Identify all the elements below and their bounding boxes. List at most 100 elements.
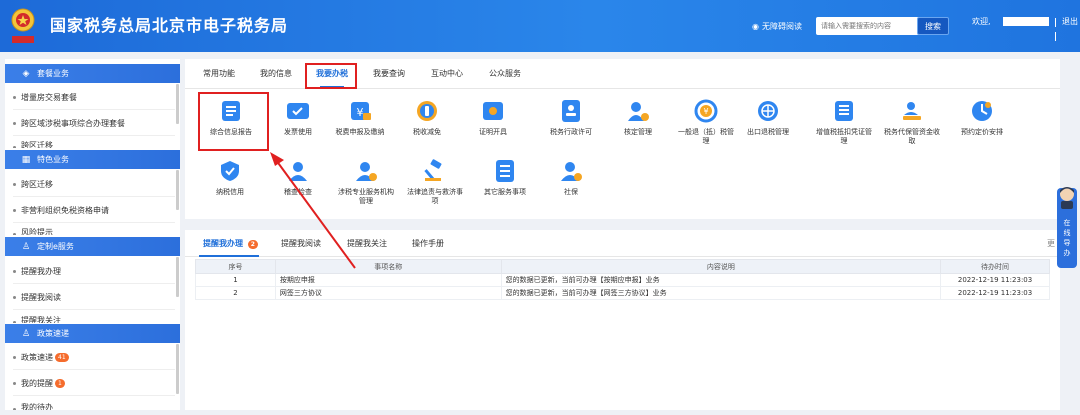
- user-icon: ♙: [21, 241, 31, 252]
- function-label: 其它服务事项: [484, 188, 526, 196]
- header-divider: [1055, 32, 1056, 41]
- guide-label: 线: [1063, 229, 1071, 237]
- credit-icon: [217, 158, 243, 184]
- divider: [13, 109, 175, 110]
- scrollbar[interactable]: [176, 257, 179, 297]
- function-invoice[interactable]: 发票使用: [268, 98, 328, 137]
- table-cell[interactable]: 网签三方协议: [274, 286, 502, 300]
- table-header-row: 序号 事项名称 内容说明 待办时间: [195, 259, 1050, 274]
- function-label: 出口退税管理: [747, 128, 789, 136]
- scrollbar[interactable]: [176, 344, 179, 394]
- more-link[interactable]: 更: [1047, 238, 1055, 249]
- refund-icon: ¥: [693, 98, 719, 124]
- tab-query[interactable]: 我要查询: [373, 68, 405, 79]
- sidebar-item[interactable]: 提醒我阅读: [5, 290, 175, 304]
- sidebar-section-custom-service[interactable]: ♙ 定制e服务: [5, 237, 180, 256]
- active-tab-indicator: [199, 255, 259, 257]
- table-cell[interactable]: 按期应申报: [274, 273, 502, 287]
- function-tax-relief[interactable]: 税收减免: [397, 98, 457, 137]
- user-icon: ♙: [21, 328, 31, 339]
- assistant-avatar-icon: [1060, 187, 1074, 209]
- sidebar-item[interactable]: 增量房交易套餐: [5, 90, 175, 104]
- sidebar-section-packages[interactable]: ◈ 套餐业务: [5, 64, 180, 83]
- function-professional-agency[interactable]: 涉税专业服务机构管理: [336, 158, 396, 206]
- scrollbar[interactable]: [176, 84, 179, 124]
- tab-interaction[interactable]: 互动中心: [431, 68, 463, 79]
- tab-common-functions[interactable]: 常用功能: [203, 68, 235, 79]
- sidebar-item[interactable]: 提醒我办理: [5, 264, 175, 278]
- main-tabs: 常用功能 我的信息 我要办税 我要查询 互动中心 公众服务: [185, 59, 1060, 89]
- tab-remind-handle[interactable]: 提醒我办理 2: [203, 238, 258, 249]
- tab-remind-read[interactable]: 提醒我阅读: [281, 238, 321, 249]
- sidebar-section-policy[interactable]: ♙ 政策速递: [5, 324, 180, 343]
- sidebar-item[interactable]: 我的提醒 1: [5, 376, 175, 390]
- table-cell: 2022-12-19 11:23:03: [940, 273, 1050, 287]
- tax-relief-icon: [414, 98, 440, 124]
- function-label: 涉税专业服务机构管理: [338, 188, 394, 205]
- search-input[interactable]: [816, 17, 920, 35]
- function-legal-remedy[interactable]: 法律追责与救济事项: [405, 158, 465, 206]
- accessibility-link[interactable]: ◉ 无障碍阅读: [752, 21, 802, 32]
- function-label: 一般退（抵）税管理: [678, 128, 734, 145]
- tab-label: 提醒我办理: [203, 239, 243, 248]
- function-assessment[interactable]: 核定管理: [608, 98, 668, 137]
- reminder-tabs: 提醒我办理 2 提醒我阅读 提醒我关注 操作手册 更: [185, 230, 1060, 257]
- sidebar-item-label: 我的待办: [21, 403, 53, 410]
- inspection-icon: [285, 158, 311, 184]
- function-social-security[interactable]: 社保: [541, 158, 601, 197]
- function-tax-credit[interactable]: 纳税信用: [200, 158, 260, 197]
- function-general-refund[interactable]: ¥ 一般退（抵）税管理: [676, 98, 736, 146]
- function-custody-funds[interactable]: 税务代保管资金收取: [882, 98, 942, 146]
- function-vat-voucher[interactable]: 增值税抵扣凭证管理: [814, 98, 874, 146]
- count-badge: 1: [55, 378, 65, 388]
- accessibility-label: 无障碍阅读: [761, 22, 802, 31]
- section-title: 定制e服务: [37, 242, 74, 251]
- sidebar-item[interactable]: 跨区域涉税事项综合办理套餐: [5, 116, 175, 130]
- sidebar-item-label: 我的提醒: [21, 378, 53, 388]
- tab-public-service[interactable]: 公众服务: [489, 68, 521, 79]
- social-security-icon: [558, 158, 584, 184]
- count-badge: 41: [55, 352, 69, 362]
- divider: [13, 222, 175, 223]
- tab-remind-follow[interactable]: 提醒我关注: [347, 238, 387, 249]
- search-button[interactable]: 搜索: [917, 17, 949, 35]
- sidebar-item[interactable]: 政策速递 41: [5, 350, 175, 364]
- sidebar-item[interactable]: 跨区迁移: [5, 177, 175, 191]
- sidebar-item[interactable]: 风险提示: [5, 227, 175, 235]
- function-label: 核定管理: [624, 128, 652, 136]
- table-cell: 您的数据已更新，当前可办理【按期应申报】业务: [500, 273, 942, 287]
- function-label: 证明开具: [479, 128, 507, 136]
- function-admin-license[interactable]: 税务行政许可: [541, 98, 601, 137]
- function-export-refund[interactable]: 出口退税管理: [738, 98, 798, 137]
- table-cell: 2: [195, 286, 276, 300]
- table-row[interactable]: 1 按期应申报 您的数据已更新，当前可办理【按期应申报】业务 2022-12-1…: [195, 273, 1050, 287]
- sidebar-section-featured[interactable]: ▦ 特色业务: [5, 150, 180, 169]
- table-row[interactable]: 2 网签三方协议 您的数据已更新，当前可办理【网签三方协议】业务 2022-12…: [195, 286, 1050, 300]
- sidebar-item[interactable]: 我的待办: [5, 402, 175, 410]
- function-label: 社保: [564, 188, 578, 196]
- scrollbar[interactable]: [176, 170, 179, 210]
- function-label: 税务行政许可: [550, 128, 592, 136]
- sidebar-item[interactable]: 非营利组织免税资格申请: [5, 203, 175, 217]
- agency-icon: [353, 158, 379, 184]
- user-name-mask: [1003, 17, 1049, 26]
- sidebar-item-label: 政策速递: [21, 352, 53, 362]
- tab-manual[interactable]: 操作手册: [412, 238, 444, 249]
- function-certificate[interactable]: 证明开具: [463, 98, 523, 137]
- legal-icon: [422, 158, 448, 184]
- function-tax-declare-pay[interactable]: ¥ 税费申报及缴纳: [330, 98, 390, 137]
- sidebar-item[interactable]: 跨区迁移: [5, 140, 175, 148]
- export-refund-icon: [755, 98, 781, 124]
- column-header: 内容说明: [500, 259, 942, 274]
- divider: [13, 196, 175, 197]
- logout-link[interactable]: 退出: [1062, 16, 1078, 27]
- function-other-services[interactable]: 其它服务事项: [475, 158, 535, 197]
- pricing-icon: [969, 98, 995, 124]
- tax-payment-icon: ¥: [347, 98, 373, 124]
- function-inspection[interactable]: 稽查检查: [268, 158, 328, 197]
- tax-bureau-emblem-icon: [11, 8, 35, 43]
- function-pricing-arrangement[interactable]: 预约定价安排: [952, 98, 1012, 137]
- sidebar: ◈ 套餐业务 增量房交易套餐 跨区域涉税事项综合办理套餐 跨区迁移 ▦ 特色业务…: [5, 59, 180, 410]
- sidebar-item[interactable]: 提醒我关注: [5, 315, 175, 323]
- tab-my-info[interactable]: 我的信息: [260, 68, 292, 79]
